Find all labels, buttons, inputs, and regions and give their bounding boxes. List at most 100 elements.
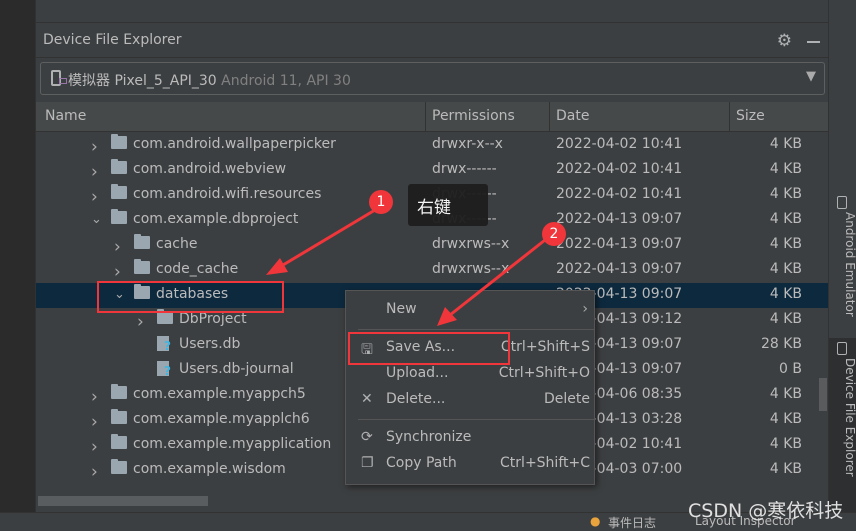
chevron-right-icon: › bbox=[582, 301, 588, 317]
device-detail: Android 11, API 30 bbox=[221, 73, 351, 89]
file-size: 4 KB bbox=[769, 386, 802, 402]
column-divider[interactable] bbox=[425, 102, 426, 132]
file-date: 2022-04-02 10:41 bbox=[556, 136, 683, 152]
file-permissions: drwxrws--x bbox=[432, 261, 510, 277]
menu-shortcut: Ctrl+Shift+S bbox=[500, 339, 590, 355]
folder-icon bbox=[111, 159, 127, 174]
chevron-down-icon[interactable]: ▼ bbox=[806, 69, 816, 84]
event-log-icon: ● bbox=[590, 514, 601, 528]
minimize-icon[interactable] bbox=[807, 41, 820, 43]
menu-item-new[interactable]: New › bbox=[346, 298, 594, 323]
file-name: com.android.wifi.resources bbox=[133, 186, 322, 202]
gear-icon[interactable]: ⚙ bbox=[777, 31, 792, 51]
table-header: Name Permissions Date Size bbox=[36, 102, 829, 132]
file-size: 4 KB bbox=[769, 436, 802, 452]
menu-separator bbox=[358, 329, 594, 330]
annotation-highlight-databases bbox=[97, 281, 284, 313]
folder-icon bbox=[111, 459, 127, 474]
panel-title: Device File Explorer bbox=[43, 32, 182, 48]
column-size[interactable]: Size bbox=[736, 108, 765, 124]
file-date: 2022-04-13 09:07 bbox=[556, 261, 683, 277]
horizontal-scrollbar[interactable] bbox=[38, 496, 208, 506]
table-row[interactable]: › com.android.wallpaperpicker drwxr-x--x 20… bbox=[36, 133, 829, 158]
file-name: com.example.myapplch6 bbox=[133, 411, 310, 427]
file-name: com.example.wisdom bbox=[133, 461, 286, 477]
menu-item-synchronize[interactable]: ⟳ Synchronize bbox=[346, 426, 594, 451]
tab-label: Device File Explorer bbox=[843, 358, 856, 477]
file-name: cache bbox=[156, 236, 198, 252]
panel-top-area bbox=[36, 0, 828, 23]
chevron-right-icon[interactable]: › bbox=[91, 137, 98, 157]
menu-label: Synchronize bbox=[386, 429, 472, 445]
chevron-right-icon[interactable]: › bbox=[91, 387, 98, 407]
column-permissions[interactable]: Permissions bbox=[432, 108, 515, 124]
menu-label: Delete... bbox=[386, 391, 446, 407]
sync-icon: ⟳ bbox=[361, 429, 373, 445]
folder-icon bbox=[111, 209, 127, 224]
file-name: Users.db-journal bbox=[179, 361, 294, 377]
file-size: 4 KB bbox=[769, 186, 802, 202]
folder-icon bbox=[111, 184, 127, 199]
chevron-right-icon[interactable]: › bbox=[114, 237, 121, 257]
menu-shortcut: Delete bbox=[544, 391, 590, 407]
column-date[interactable]: Date bbox=[556, 108, 589, 124]
chevron-right-icon[interactable]: › bbox=[91, 437, 98, 457]
unknown-file-icon bbox=[157, 361, 171, 378]
event-log-button[interactable]: 事件日志 bbox=[608, 514, 656, 531]
menu-label: Copy Path bbox=[386, 455, 457, 471]
menu-separator bbox=[358, 419, 594, 420]
menu-label: New bbox=[386, 301, 417, 317]
table-row[interactable]: › cache drwxrws--x 2022-04-13 09:07 4 KB bbox=[36, 233, 829, 258]
table-row[interactable]: › code_cache drwxrws--x 2022-04-13 09:07 4 K… bbox=[36, 258, 829, 283]
menu-shortcut: Ctrl+Shift+O bbox=[498, 365, 590, 381]
file-size: 4 KB bbox=[769, 236, 802, 252]
file-name: com.example.myapplication bbox=[133, 436, 332, 452]
device-selector[interactable]: 模拟器 Pixel_5_API_30 Android 11, API 30 ▼ bbox=[40, 62, 825, 95]
tab-device-file-explorer[interactable]: Device File Explorer bbox=[829, 338, 856, 512]
annotation-tooltip: 右键 bbox=[408, 184, 488, 226]
vertical-scrollbar[interactable] bbox=[819, 378, 827, 411]
chevron-down-icon[interactable]: ⌄ bbox=[91, 212, 102, 227]
file-permissions: drwxrws--x bbox=[432, 236, 510, 252]
column-divider[interactable] bbox=[729, 102, 730, 132]
right-tool-strip: Android Emulator Device File Explorer bbox=[828, 0, 856, 512]
copy-icon: ❐ bbox=[361, 455, 374, 471]
file-size: 4 KB bbox=[769, 286, 802, 302]
file-permissions: drwxr-x--x bbox=[432, 136, 503, 152]
chevron-right-icon[interactable]: › bbox=[114, 262, 121, 282]
file-name: com.example.dbproject bbox=[133, 211, 299, 227]
close-icon: ✕ bbox=[361, 391, 373, 407]
column-divider[interactable] bbox=[549, 102, 550, 132]
chevron-right-icon[interactable]: › bbox=[91, 412, 98, 432]
folder-icon bbox=[111, 384, 127, 399]
file-size: 4 KB bbox=[769, 461, 802, 477]
panel-title-bar: Device File Explorer ⚙ bbox=[36, 23, 828, 58]
column-name[interactable]: Name bbox=[45, 108, 86, 124]
file-permissions: drwx------ bbox=[432, 161, 497, 177]
watermark: CSDN @寒依科技 bbox=[688, 500, 844, 522]
emulator-icon bbox=[837, 196, 847, 209]
chevron-right-icon[interactable]: › bbox=[91, 187, 98, 207]
file-date: 2022-04-13 09:07 bbox=[556, 211, 683, 227]
table-row[interactable]: › com.android.webview drwx------ 2022-04-02… bbox=[36, 158, 829, 183]
chevron-right-icon[interactable]: › bbox=[91, 462, 98, 482]
chevron-right-icon[interactable]: › bbox=[137, 312, 144, 332]
file-size: 4 KB bbox=[769, 161, 802, 177]
menu-item-upload[interactable]: Upload... Ctrl+Shift+O bbox=[346, 362, 594, 387]
tab-android-emulator[interactable]: Android Emulator bbox=[829, 192, 856, 332]
device-badge-icon bbox=[59, 78, 67, 84]
annotation-badge-1: 1 bbox=[369, 190, 393, 214]
chevron-right-icon[interactable]: › bbox=[91, 162, 98, 182]
device-name: 模拟器 Pixel_5_API_30 bbox=[68, 73, 217, 89]
menu-item-delete[interactable]: ✕ Delete... Delete bbox=[346, 388, 594, 413]
file-name: DbProject bbox=[179, 311, 247, 327]
file-date: 2022-04-13 09:07 bbox=[556, 236, 683, 252]
folder-icon bbox=[134, 259, 150, 274]
menu-item-copy-path[interactable]: ❐ Copy Path Ctrl+Shift+C bbox=[346, 452, 594, 477]
file-size: 4 KB bbox=[769, 261, 802, 277]
folder-icon bbox=[111, 409, 127, 424]
file-size: 4 KB bbox=[769, 411, 802, 427]
file-name: com.example.myappch5 bbox=[133, 386, 306, 402]
device-icon bbox=[837, 342, 847, 355]
file-size: 4 KB bbox=[769, 211, 802, 227]
